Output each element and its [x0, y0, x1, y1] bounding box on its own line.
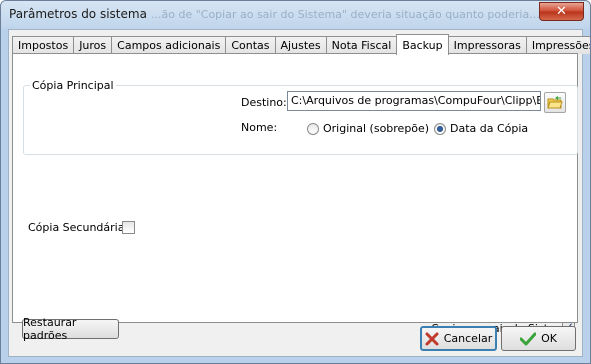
tab-nota-fiscal[interactable]: Nota Fiscal: [325, 36, 398, 54]
folder-open-icon: [547, 95, 563, 108]
tab-contas[interactable]: Contas: [225, 36, 276, 54]
tab-label: Impressões: [531, 39, 591, 52]
tab-impressoras[interactable]: Impressoras: [447, 36, 527, 54]
tab-label: Contas: [231, 39, 270, 52]
radio-data-da-copia[interactable]: [434, 123, 446, 135]
dialog-client-area: Impostos Juros Campos adicionais Contas …: [8, 29, 590, 357]
secondary-copy-label: Cópia Secundária: [28, 221, 125, 234]
tab-label: Impostos: [18, 39, 69, 52]
tab-ajustes[interactable]: Ajustes: [274, 36, 327, 54]
restore-defaults-label: Restaurar padrões: [23, 316, 77, 342]
tab-impressoes[interactable]: Impressões: [525, 36, 591, 54]
group-title: Cópia Principal: [30, 79, 116, 92]
browse-folder-button[interactable]: [544, 92, 566, 113]
primary-copy-group: Cópia Principal Destino: C:\Arquivos de …: [23, 79, 578, 155]
tab-label: Ajustes: [280, 39, 321, 52]
tab-label: Juros: [79, 39, 107, 52]
tab-campos-adicionais[interactable]: Campos adicionais: [111, 36, 227, 54]
destino-field[interactable]: C:\Arquivos de programas\CompuFour\Clipp…: [287, 91, 541, 111]
tab-label: Impressoras: [453, 39, 521, 52]
ok-check-icon: [520, 332, 537, 346]
cancel-label: Cancelar: [443, 332, 493, 345]
radio-original[interactable]: [307, 123, 319, 135]
destino-label: Destino:: [241, 96, 287, 109]
cancel-x-icon: [425, 332, 439, 346]
tab-strip: Impostos Juros Campos adicionais Contas …: [12, 34, 591, 55]
tab-label: Campos adicionais: [117, 39, 221, 52]
ok-label: OK: [541, 332, 557, 345]
restore-defaults-button[interactable]: Restaurar padrões: [22, 316, 119, 342]
radio-data-da-copia-label[interactable]: Data da Cópia: [450, 122, 528, 135]
title-bar[interactable]: Parâmetros do sistema ...ão de "Copiar a…: [1, 1, 590, 29]
ok-button[interactable]: OK: [501, 326, 576, 351]
tab-juros[interactable]: Juros: [73, 36, 113, 54]
cancel-button[interactable]: Cancelar: [420, 326, 497, 351]
dialog-window: Parâmetros do sistema ...ão de "Copiar a…: [0, 0, 591, 364]
tab-label: Backup: [402, 38, 443, 52]
window-title-ghost: ...ão de "Copiar ao sair do Sistema" dev…: [151, 8, 540, 21]
tab-label: Nota Fiscal: [331, 39, 392, 52]
secondary-copy-checkbox[interactable]: [122, 221, 135, 234]
tab-backup[interactable]: Backup: [396, 34, 449, 55]
radio-original-label[interactable]: Original (sobrepõe): [323, 122, 429, 135]
tab-impostos[interactable]: Impostos: [12, 36, 75, 54]
backup-panel: Cópia Principal Destino: C:\Arquivos de …: [12, 53, 578, 342]
close-icon: ✕: [556, 4, 567, 19]
nome-label: Nome:: [241, 121, 278, 134]
window-title: Parâmetros do sistema: [9, 7, 147, 21]
close-button[interactable]: ✕: [539, 2, 584, 21]
